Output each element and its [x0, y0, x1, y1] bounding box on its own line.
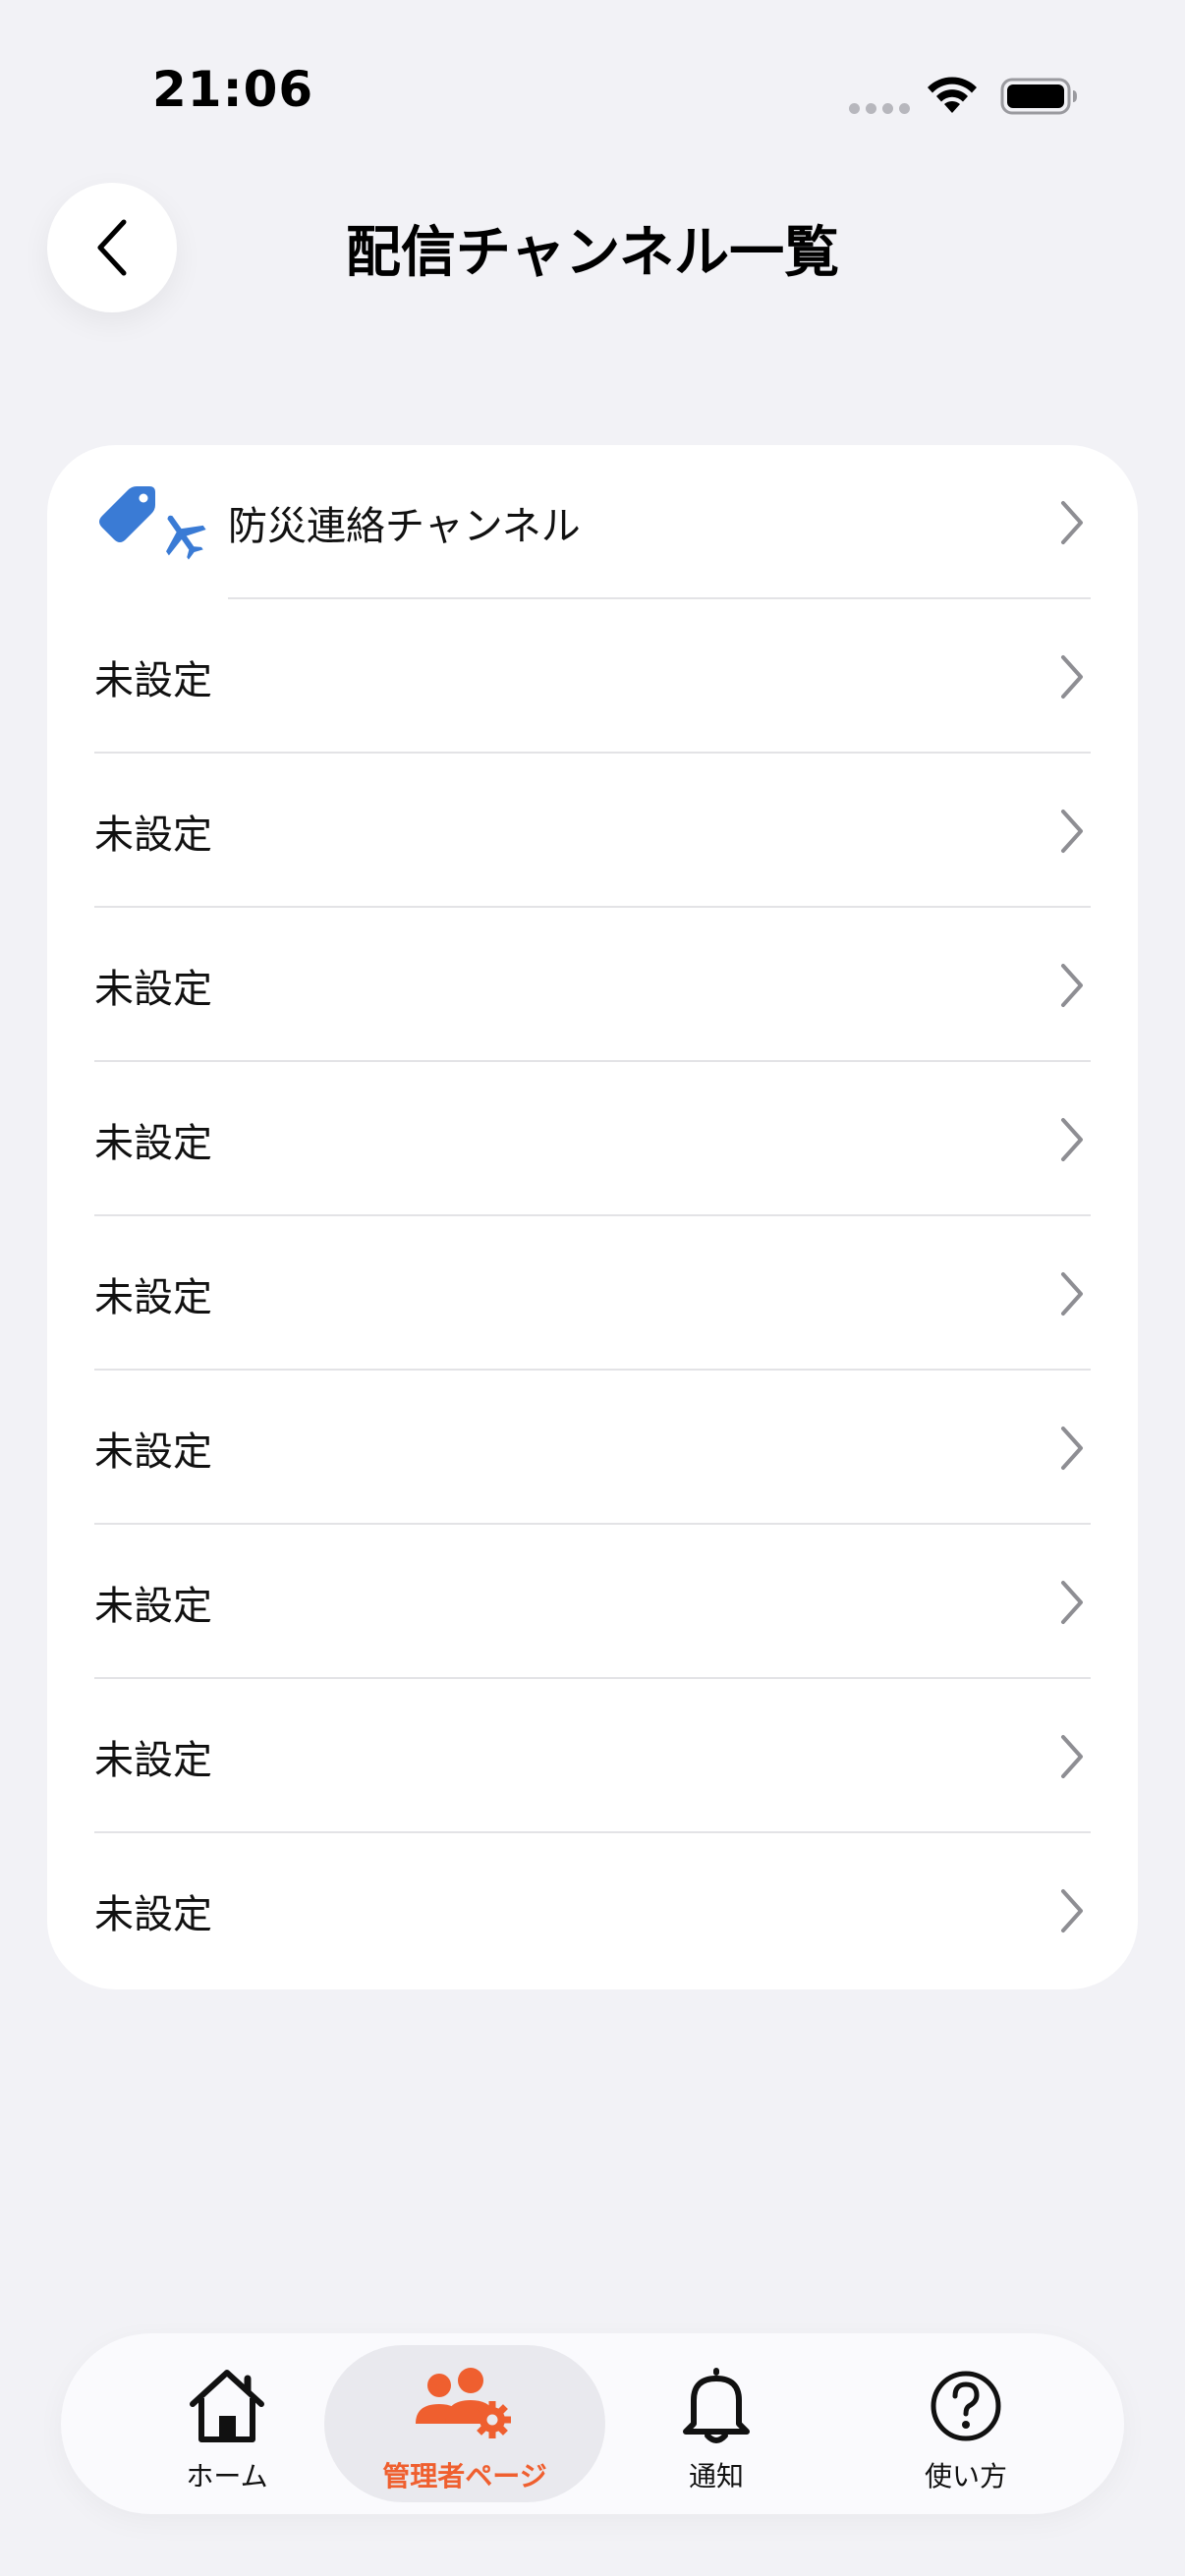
chevron-right-icon [1061, 1426, 1083, 1470]
tab-notifications[interactable]: 通知 [576, 2345, 857, 2502]
channel-label: 未設定 [94, 1583, 212, 1629]
tab-help[interactable]: 使い方 [825, 2345, 1106, 2502]
channel-label: 未設定 [94, 966, 212, 1012]
channel-row-unset-9[interactable]: 未設定 [47, 1833, 1138, 1988]
tab-label: 使い方 [924, 2460, 1007, 2492]
status-bar: 21:06 [0, 0, 1185, 147]
chevron-right-icon [1061, 500, 1083, 544]
channel-row-unset-2[interactable]: 未設定 [47, 754, 1138, 908]
channel-label: 未設定 [94, 1737, 212, 1783]
chevron-right-icon [1061, 1580, 1083, 1624]
channel-label: 未設定 [94, 1274, 212, 1320]
tag-airplane-icon [99, 486, 206, 560]
page-title: 配信チャンネル一覧 [345, 221, 840, 285]
channel-row-unset-3[interactable]: 未設定 [47, 908, 1138, 1062]
channel-row-bousai[interactable]: 防災連絡チャンネル [47, 445, 1138, 599]
channel-row-unset-6[interactable]: 未設定 [47, 1371, 1138, 1525]
tab-label: 通知 [688, 2460, 744, 2492]
home-icon [190, 2370, 264, 2442]
channel-label: 未設定 [94, 1120, 212, 1166]
tab-bar: ホーム 管理者ページ 通知 使い方 [61, 2333, 1124, 2514]
chevron-right-icon [1061, 654, 1083, 699]
chevron-right-icon [1061, 1117, 1083, 1161]
channel-label: 未設定 [94, 1891, 212, 1937]
cellular-signal-icon [849, 103, 910, 114]
channel-row-unset-8[interactable]: 未設定 [47, 1679, 1138, 1833]
chevron-right-icon [1061, 1271, 1083, 1316]
chevron-right-icon [1061, 963, 1083, 1007]
channel-row-unset-5[interactable]: 未設定 [47, 1216, 1138, 1371]
channel-label: 未設定 [94, 812, 212, 858]
bell-icon [683, 2368, 750, 2443]
channel-row-unset-7[interactable]: 未設定 [47, 1525, 1138, 1679]
admin-users-gear-icon [416, 2368, 511, 2438]
channel-label: 防災連絡チャンネル [228, 503, 581, 549]
tab-admin[interactable]: 管理者ページ [324, 2345, 605, 2502]
tab-label: 管理者ページ [382, 2460, 547, 2492]
chevron-right-icon [1061, 1734, 1083, 1778]
chevron-right-icon [1061, 809, 1083, 853]
channel-row-unset-1[interactable]: 未設定 [47, 599, 1138, 754]
wifi-icon [928, 77, 977, 113]
battery-icon [1000, 78, 1077, 115]
question-circle-icon [931, 2371, 1001, 2441]
chevron-right-icon [1061, 1888, 1083, 1932]
status-time: 21:06 [152, 61, 314, 118]
channel-row-unset-4[interactable]: 未設定 [47, 1062, 1138, 1216]
channel-list: 防災連絡チャンネル 未設定 未設定 未設定 未設定 未設定 未設定 未設定 未設… [47, 445, 1138, 1989]
channel-label: 未設定 [94, 657, 212, 703]
channel-label: 未設定 [94, 1428, 212, 1475]
